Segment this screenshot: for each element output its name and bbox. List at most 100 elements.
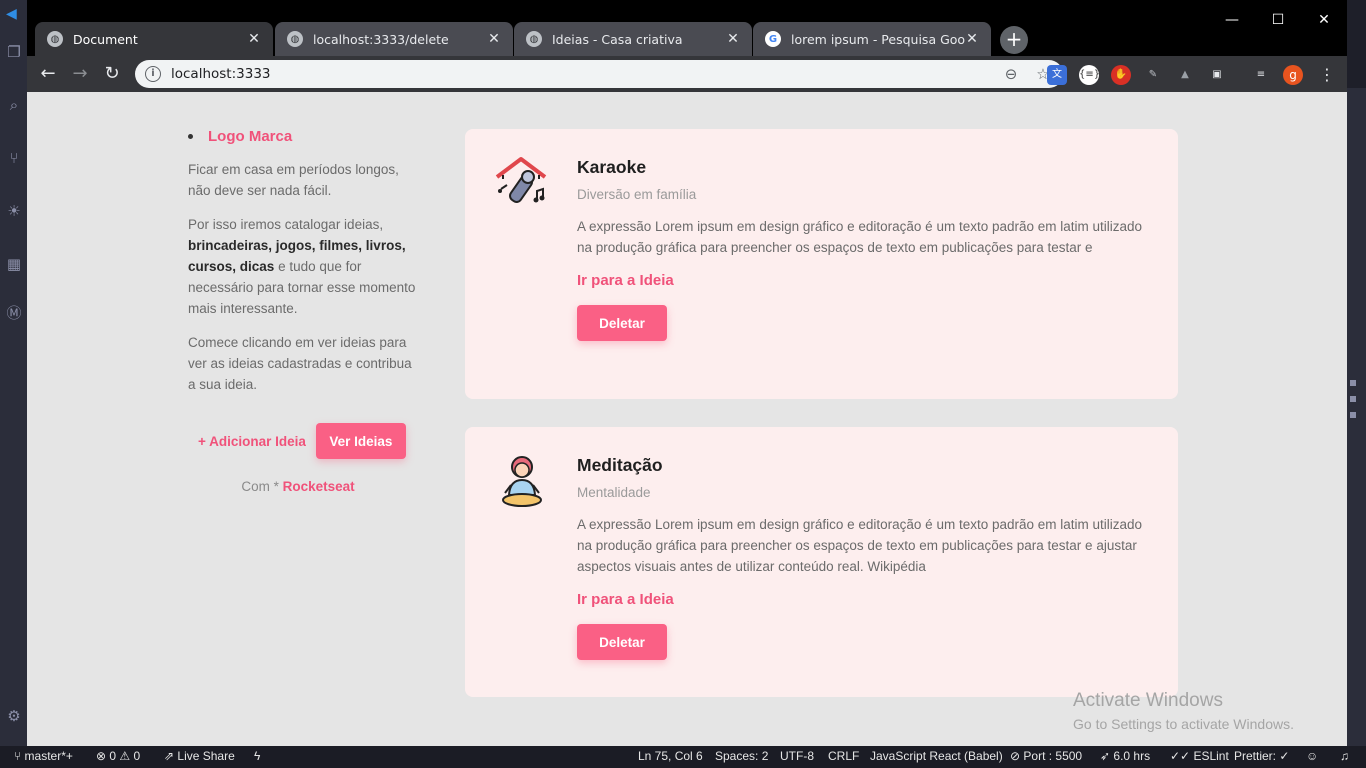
logo-item: Logo Marca <box>188 128 418 145</box>
problems-status[interactable]: ⊗ 0 ⚠ 0 <box>96 749 140 763</box>
indentation-status[interactable]: Spaces: 2 <box>715 749 768 763</box>
debug-icon[interactable]: ☀ <box>6 203 22 219</box>
google-icon: G <box>765 31 781 47</box>
idea-description: A expressão Lorem ipsum em design gráfic… <box>577 219 1143 255</box>
logo-text[interactable]: Logo Marca <box>208 128 292 145</box>
translate-extension-icon[interactable]: 文 <box>1047 65 1067 85</box>
port-label: Port : 5500 <box>1023 749 1083 763</box>
tab-document[interactable]: ◍ Document ✕ <box>35 22 273 56</box>
feedback-icon[interactable]: ☺ <box>1306 749 1318 763</box>
json-extension-icon[interactable]: {≡} <box>1079 65 1100 85</box>
windows-activation-watermark: Activate Windows Go to Settings to activ… <box>1073 690 1294 732</box>
vscode-status-bar: ⑂ master*+ ⊗ 0 ⚠ 0 ⇗ Live Share ϟ Ln 75,… <box>0 746 1366 768</box>
remote-icon[interactable]: Ⓜ <box>6 305 22 321</box>
search-icon[interactable]: ⌕ <box>6 97 22 113</box>
back-icon[interactable]: ← <box>37 63 59 85</box>
globe-icon: ◍ <box>47 31 63 47</box>
info-icon[interactable]: i <box>145 66 161 82</box>
live-share-label: Live Share <box>177 749 235 763</box>
live-share-status[interactable]: ⇗ Live Share <box>164 749 235 763</box>
tab-title: lorem ipsum - Pesquisa Google <box>791 31 965 47</box>
idea-card: Karaoke Diversão em família A expressão … <box>465 129 1178 399</box>
cast-extension-icon[interactable]: ▣ <box>1207 65 1227 85</box>
prettier-status[interactable]: Prettier: ✓ <box>1234 749 1289 763</box>
close-window-icon[interactable]: ✕ <box>1301 12 1347 28</box>
karaoke-microphone-icon <box>495 157 547 203</box>
settings-gear-icon[interactable]: ⚙ <box>6 708 22 724</box>
menu-kebab-icon[interactable]: ⋮ <box>1317 65 1337 85</box>
encoding-status[interactable]: UTF-8 <box>780 749 814 763</box>
meditation-person-icon <box>502 456 542 507</box>
close-tab-icon[interactable]: ✕ <box>487 31 501 47</box>
delete-button[interactable]: Deletar <box>577 305 667 341</box>
maximize-icon[interactable]: ☐ <box>1255 12 1301 28</box>
add-idea-link[interactable]: + Adicionar Ideia <box>198 434 306 449</box>
delete-button[interactable]: Deletar <box>577 624 667 660</box>
vscode-activity-bar: ◀ ❐ ⌕ ⑂ ☀ ▦ Ⓜ ⚙ <box>0 0 27 746</box>
minimize-icon[interactable]: — <box>1209 12 1255 28</box>
forward-icon[interactable]: → <box>69 63 91 85</box>
page-scrollbar[interactable] <box>1333 92 1347 746</box>
watermark-subtitle: Go to Settings to activate Windows. <box>1073 716 1294 732</box>
eol-status[interactable]: CRLF <box>828 749 859 763</box>
warning-count: 0 <box>133 749 141 763</box>
profile-avatar[interactable]: g <box>1283 65 1303 85</box>
idea-description: A expressão Lorem ipsum em design gráfic… <box>577 517 1143 574</box>
language-mode-status[interactable]: JavaScript React (Babel) <box>870 749 1003 763</box>
notifications-bell-icon[interactable]: ♫ <box>1340 749 1349 763</box>
vscode-right-edge <box>1346 88 1366 746</box>
watermark-title: Activate Windows <box>1073 690 1223 711</box>
tab-title: Document <box>73 31 138 47</box>
idea-body: Karaoke Diversão em família A expressão … <box>577 157 1147 341</box>
tab-google[interactable]: G lorem ipsum - Pesquisa Google ✕ <box>753 22 991 56</box>
globe-icon: ◍ <box>287 31 303 47</box>
close-tab-icon[interactable]: ✕ <box>726 31 740 47</box>
address-bar[interactable]: i localhost:3333 ⊖ ☆ <box>135 60 1063 88</box>
idea-title: Meditação <box>577 455 663 475</box>
tab-delete[interactable]: ◍ localhost:3333/delete ✕ <box>275 22 513 56</box>
minimap-marker <box>1350 396 1356 402</box>
lightning-icon[interactable]: ϟ <box>254 749 260 763</box>
time-tracker-status[interactable]: ➶ 6.0 hrs <box>1100 749 1150 763</box>
eslint-status[interactable]: ✓✓ ESLint <box>1170 749 1229 763</box>
error-count: 0 <box>109 749 117 763</box>
drive-extension-icon[interactable]: ▲ <box>1175 65 1195 85</box>
page-viewport: Logo Marca Ficar em casa em períodos lon… <box>27 92 1347 746</box>
branch-name: master*+ <box>24 749 73 763</box>
url-text[interactable]: localhost:3333 <box>171 66 989 82</box>
reload-icon[interactable]: ↻ <box>101 63 123 85</box>
close-tab-icon[interactable]: ✕ <box>965 31 979 47</box>
cursor-position[interactable]: Ln 75, Col 6 <box>638 749 703 763</box>
close-tab-icon[interactable]: ✕ <box>247 31 261 47</box>
go-to-idea-link[interactable]: Ir para a Ideia <box>577 591 674 608</box>
branch-status[interactable]: ⑂ master*+ <box>14 749 73 763</box>
intro-text: Por isso iremos catalogar ideias, <box>188 217 384 232</box>
extensions-icon[interactable]: ▦ <box>6 256 22 272</box>
tab-ideias[interactable]: ◍ Ideias - Casa criativa ✕ <box>514 22 752 56</box>
tab-title: Ideias - Casa criativa <box>552 31 683 47</box>
idea-title: Karaoke <box>577 157 647 177</box>
credits-prefix: Com * <box>241 479 279 494</box>
media-control-icon[interactable]: ≡ <box>1251 65 1271 85</box>
tab-title: localhost:3333/delete <box>313 31 449 47</box>
browser-window: ◍ Document ✕ ◍ localhost:3333/delete ✕ ◍… <box>27 0 1347 746</box>
zoom-icon[interactable]: ⊖ <box>1001 65 1021 83</box>
idea-card: Meditação Mentalidade A expressão Lorem … <box>465 427 1178 697</box>
intro-paragraph-3: Comece clicando em ver ideias para ver a… <box>188 335 412 392</box>
credits: Com * Rocketseat <box>188 479 418 494</box>
adblock-extension-icon[interactable]: ✋ <box>1111 65 1131 85</box>
live-server-status[interactable]: ⊘ Port : 5500 <box>1010 749 1082 763</box>
explorer-icon[interactable]: ❐ <box>6 44 22 60</box>
view-ideas-button[interactable]: Ver Ideias <box>315 423 406 459</box>
pen-extension-icon[interactable]: ✎ <box>1143 65 1163 85</box>
new-tab-button[interactable]: + <box>1000 26 1028 54</box>
credits-brand-link[interactable]: Rocketseat <box>283 479 355 494</box>
minimap-marker <box>1350 380 1356 386</box>
go-to-idea-link[interactable]: Ir para a Ideia <box>577 272 674 289</box>
idea-category: Mentalidade <box>577 485 651 500</box>
tab-strip: ◍ Document ✕ ◍ localhost:3333/delete ✕ ◍… <box>27 0 1347 56</box>
intro-paragraph-1: Ficar em casa em períodos longos, não de… <box>188 162 399 198</box>
source-control-icon[interactable]: ⑂ <box>6 150 22 166</box>
idea-body: Meditação Mentalidade A expressão Lorem … <box>577 455 1147 660</box>
eslint-label: ESLint <box>1193 749 1229 763</box>
